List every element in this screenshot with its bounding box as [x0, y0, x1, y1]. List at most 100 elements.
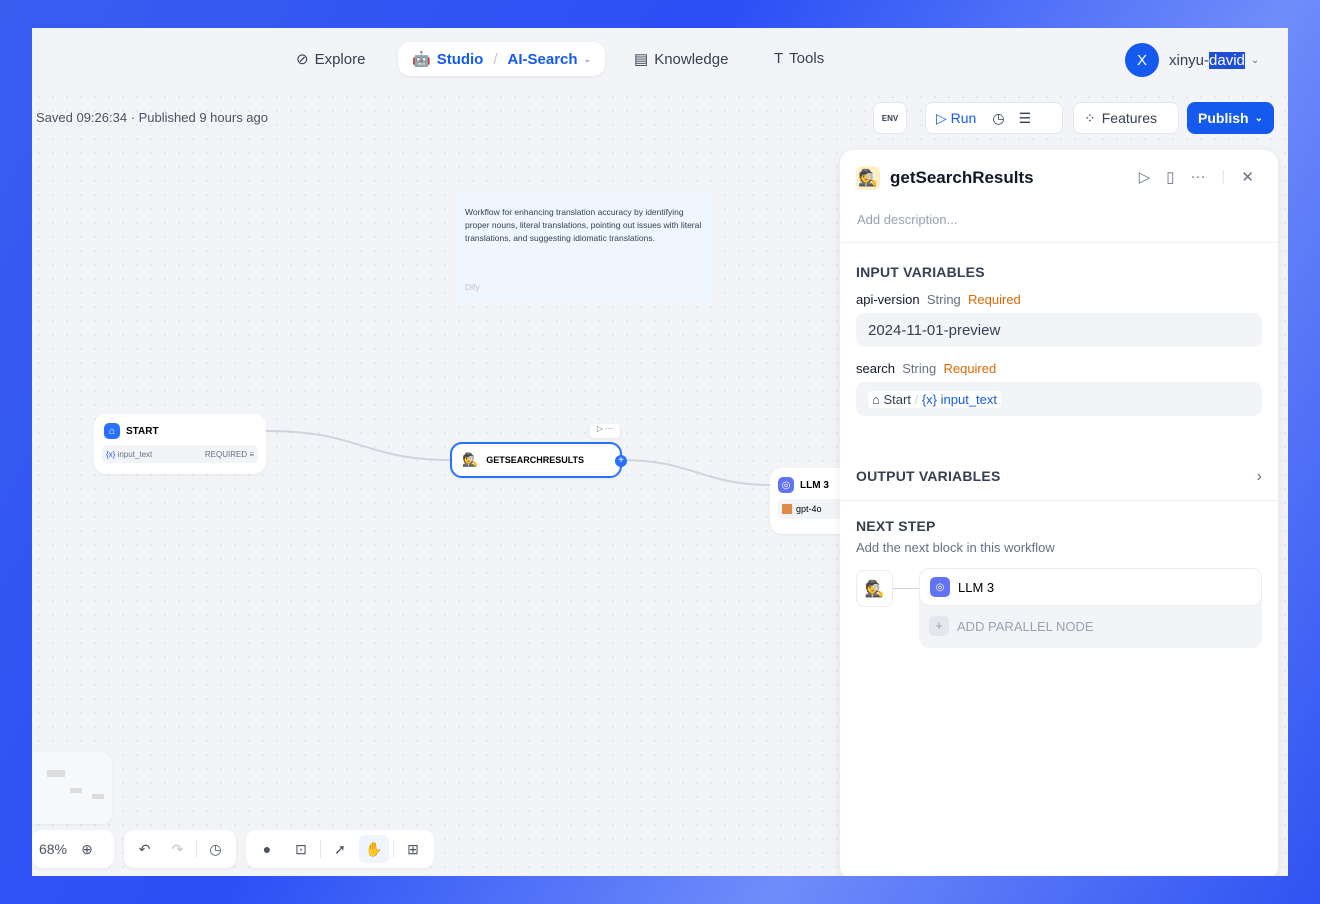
ref-sep: /	[915, 392, 919, 407]
features-button[interactable]: ⁘ Features	[1073, 102, 1179, 134]
user-name-selected: david	[1209, 52, 1245, 69]
pointer-icon[interactable]: ➚	[325, 841, 355, 858]
var-prefix: {x}	[106, 450, 115, 459]
publish-button[interactable]: Publish ⌄	[1187, 102, 1274, 134]
add-node-icon[interactable]: ●	[252, 841, 282, 857]
output-variables-toggle[interactable]: OUTPUT VARIABLES ›	[856, 468, 1262, 486]
zoom-in-icon[interactable]: ⊕	[72, 841, 102, 858]
home-icon: ⌂	[104, 423, 120, 439]
var-name: api-version	[856, 292, 920, 307]
minimap-node	[70, 788, 82, 793]
hand-icon[interactable]: ✋	[359, 835, 389, 863]
var-required: Required	[968, 292, 1021, 307]
node-config-panel: 🕵 getSearchResults ▷ ▯ ··· | ✕ Add descripti…	[840, 150, 1278, 876]
llm-title: LLM 3	[800, 480, 829, 491]
api-version-input[interactable]: 2024-11-01-preview	[856, 313, 1262, 347]
search-node-title: GETSEARCHRESULTS	[486, 455, 584, 465]
redo-icon[interactable]: ↷	[163, 841, 192, 858]
avatar: X	[1125, 43, 1159, 77]
api-version-value: 2024-11-01-preview	[868, 322, 1000, 339]
chevron-down-icon: ⌄	[1255, 113, 1263, 124]
workflow-app: ⊘Explore 🤖Studio / AI-Search⌄ ▤Knowledge…	[32, 28, 1288, 876]
divider	[840, 242, 1278, 243]
model-name: gpt-4o	[796, 504, 822, 514]
divider: |	[1222, 168, 1226, 186]
zoom-level[interactable]: 68%	[38, 841, 68, 857]
run-button[interactable]: ▷ Run	[936, 110, 976, 127]
minimap[interactable]	[32, 752, 112, 824]
undo-icon[interactable]: ↶	[130, 841, 159, 858]
close-icon[interactable]: ✕	[1241, 168, 1254, 186]
add-node-handle[interactable]: +	[615, 455, 627, 467]
next-node-llm[interactable]: ◎ LLM 3	[919, 568, 1262, 606]
llm-icon: ◎	[930, 577, 950, 597]
env-label: ENV	[882, 114, 898, 123]
getsearchresults-node[interactable]: 🕵GETSEARCHRESULTS +	[450, 442, 622, 478]
features-label: Features	[1102, 110, 1157, 126]
var-required: Required	[943, 361, 996, 376]
add-parallel-node-button[interactable]: + ADD PARALLEL NODE	[919, 606, 1262, 646]
user-menu[interactable]: X xinyu-david ⌄	[1125, 43, 1259, 77]
start-node[interactable]: ⌂START {x} input_textREQUIRED ≡	[94, 414, 266, 474]
divider	[320, 840, 321, 858]
chevron-down-icon: ⌄	[1251, 55, 1259, 66]
edge-start-search	[266, 431, 452, 460]
divider	[393, 840, 394, 858]
chevron-right-icon: ›	[1257, 468, 1262, 486]
add-parallel-label: ADD PARALLEL NODE	[957, 619, 1094, 634]
detective-icon: 🕵	[462, 452, 478, 468]
docs-icon[interactable]: ▯	[1166, 168, 1174, 186]
ref-node: Start	[883, 392, 910, 407]
start-title: START	[126, 426, 159, 437]
var-required: REQUIRED	[205, 450, 247, 459]
minimap-node	[92, 794, 104, 799]
input-search-label: search String Required	[856, 361, 1262, 376]
next-step-list: ◎ LLM 3 + ADD PARALLEL NODE	[919, 568, 1262, 648]
history-icon[interactable]: ◷	[992, 110, 1004, 127]
organize-icon[interactable]: ⊞	[398, 841, 428, 858]
panel-title[interactable]: getSearchResults	[890, 168, 1034, 188]
run-label: Run	[951, 110, 977, 126]
history-controls: ↶↷ ◷	[124, 830, 236, 868]
output-variables-heading: OUTPUT VARIABLES	[856, 468, 1001, 486]
next-node-label: LLM 3	[958, 580, 994, 595]
minimap-node	[47, 770, 65, 777]
model-icon	[782, 504, 792, 514]
var-name: input_text	[118, 450, 153, 459]
ref-prefix: {x}	[922, 392, 937, 407]
add-note-icon[interactable]: ⊡	[286, 841, 316, 858]
more-icon[interactable]: ···	[1191, 168, 1206, 186]
divider	[196, 840, 197, 858]
var-name: search	[856, 361, 895, 376]
input-api-version-label: api-version String Required	[856, 292, 1262, 307]
connector	[893, 588, 919, 589]
next-step-heading: NEXT STEP	[856, 518, 1262, 534]
run-step-icon[interactable]: ▷	[1139, 168, 1151, 186]
publish-label: Publish	[1198, 110, 1249, 126]
detective-icon: 🕵	[856, 570, 893, 607]
description-input[interactable]: Add description...	[857, 212, 957, 227]
ref-var: input_text	[941, 392, 997, 407]
search-input[interactable]: ⌂ Start / {x} input_text	[856, 382, 1262, 416]
canvas-tools: ●⊡ ➚✋ ⊞	[246, 830, 434, 868]
plus-icon: +	[929, 616, 949, 636]
start-variable: {x} input_textREQUIRED ≡	[102, 445, 258, 463]
input-variables-heading: INPUT VARIABLES	[856, 264, 1262, 280]
var-type: String	[927, 292, 961, 307]
divider	[840, 500, 1278, 501]
next-step-description: Add the next block in this workflow	[856, 540, 1262, 555]
run-group: ▷ Run ◷ ☰	[925, 102, 1063, 134]
home-icon: ⌂	[872, 392, 880, 407]
features-icon: ⁘	[1084, 110, 1096, 127]
edge-search-llm	[622, 460, 772, 485]
llm-icon: ◎	[778, 477, 794, 493]
node-actions[interactable]: ▷ ···	[590, 424, 620, 438]
user-name: xinyu-david	[1169, 52, 1245, 69]
version-history-icon[interactable]: ◷	[201, 841, 230, 858]
zoom-controls: 68%⊕	[32, 830, 114, 868]
var-type: String	[902, 361, 936, 376]
variable-reference[interactable]: ⌂ Start / {x} input_text	[868, 391, 1001, 408]
detective-icon: 🕵	[856, 166, 880, 190]
env-button[interactable]: ENV	[873, 102, 907, 134]
checklist-icon[interactable]: ☰	[1019, 110, 1032, 127]
